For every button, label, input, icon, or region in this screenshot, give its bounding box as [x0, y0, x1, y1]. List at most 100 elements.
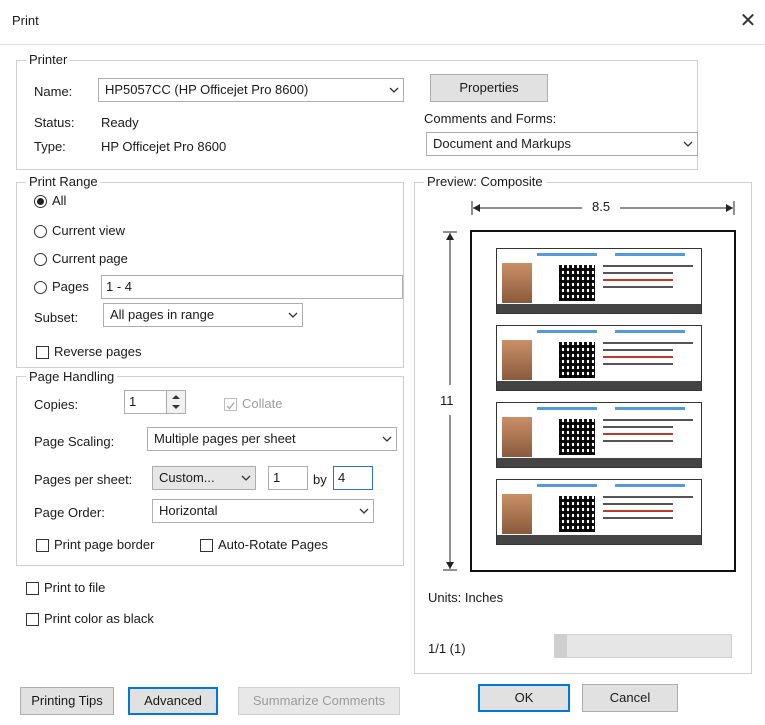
auto-rotate-checkbox[interactable]	[200, 539, 213, 552]
copies-input[interactable]: 1	[124, 390, 168, 414]
page-slider-thumb[interactable]	[555, 635, 567, 657]
page-scaling-select[interactable]: Multiple pages per sheet	[147, 427, 397, 451]
badge-text-line	[603, 356, 673, 358]
badge-photo	[502, 494, 532, 534]
badge-footer-band	[497, 458, 701, 467]
printing-tips-button[interactable]: Printing Tips	[20, 687, 114, 715]
range-pages-label[interactable]: Pages	[52, 279, 89, 294]
badge-photo	[502, 340, 532, 380]
range-all-radio[interactable]	[34, 195, 47, 208]
badge-text-line	[603, 286, 673, 288]
printer-name-select[interactable]: HP5057CC (HP Officejet Pro 8600)	[98, 78, 404, 102]
page-slider[interactable]	[554, 634, 732, 658]
properties-button[interactable]: Properties	[430, 74, 548, 102]
badge-text-line	[603, 496, 693, 498]
preview-badge-card	[496, 402, 702, 468]
print-to-file-checkbox[interactable]	[26, 582, 39, 595]
pages-per-sheet-select[interactable]: Custom...	[152, 466, 256, 490]
printer-name-value: HP5057CC (HP Officejet Pro 8600)	[105, 82, 309, 97]
comments-forms-value: Document and Markups	[433, 136, 572, 151]
spinner-arrows-icon	[172, 395, 180, 409]
badge-header-lines	[615, 484, 685, 487]
range-current-view-label[interactable]: Current view	[52, 223, 125, 238]
close-icon[interactable]: ✕	[734, 8, 762, 34]
subset-value: All pages in range	[110, 307, 215, 322]
units-label: Units: Inches	[428, 590, 504, 605]
badge-header-lines	[537, 407, 597, 410]
chevron-down-icon	[241, 474, 251, 482]
pages-range-input[interactable]: 1 - 4	[101, 275, 403, 299]
print-color-black-label[interactable]: Print color as black	[44, 611, 154, 626]
chevron-down-icon	[288, 311, 298, 319]
ok-button[interactable]: OK	[478, 684, 570, 712]
badge-text-line	[603, 517, 673, 519]
badge-footer-band	[497, 381, 701, 390]
badge-qr-code	[559, 265, 595, 301]
printer-type-label: Type:	[34, 139, 66, 154]
summarize-comments-button: Summarize Comments	[238, 687, 400, 715]
collate-checkbox[interactable]	[224, 398, 237, 411]
comments-forms-select[interactable]: Document and Markups	[426, 132, 698, 156]
auto-rotate-label[interactable]: Auto-Rotate Pages	[218, 537, 328, 552]
reverse-pages-label[interactable]: Reverse pages	[54, 344, 141, 359]
badge-text-line	[603, 510, 673, 512]
title-bar	[0, 0, 765, 45]
page-order-select[interactable]: Horizontal	[152, 499, 374, 523]
width-dimension-label: 8.5	[590, 199, 613, 214]
badge-photo	[502, 263, 532, 303]
cancel-button[interactable]: Cancel	[582, 684, 678, 712]
badge-text-line	[603, 279, 673, 281]
copies-label: Copies:	[34, 397, 79, 412]
subset-select[interactable]: All pages in range	[103, 303, 303, 327]
page-scaling-label: Page Scaling:	[34, 434, 115, 449]
badge-text-line	[603, 419, 693, 421]
printer-status-label: Status:	[34, 115, 75, 130]
page-order-value: Horizontal	[159, 503, 218, 518]
badge-footer-band	[497, 535, 701, 544]
badge-qr-code	[559, 419, 595, 455]
preview-badge-card	[496, 248, 702, 314]
pages-per-sheet-columns-input[interactable]: 1	[268, 466, 308, 490]
badge-text-line	[603, 440, 673, 442]
badge-photo	[502, 417, 532, 457]
badge-header-lines	[537, 330, 597, 333]
collate-label: Collate	[242, 396, 283, 411]
page-order-label: Page Order:	[34, 505, 105, 520]
print-page-border-checkbox[interactable]	[36, 539, 49, 552]
chevron-down-icon	[359, 507, 369, 515]
range-pages-radio[interactable]	[34, 281, 47, 294]
chevron-down-icon	[683, 140, 693, 148]
badge-text-line	[603, 272, 673, 274]
range-current-page-label[interactable]: Current page	[52, 251, 128, 266]
page-scaling-value: Multiple pages per sheet	[154, 431, 296, 446]
print-color-black-checkbox[interactable]	[26, 613, 39, 626]
print-page-border-label[interactable]: Print page border	[54, 537, 154, 552]
chevron-down-icon	[389, 86, 399, 94]
advanced-button[interactable]: Advanced	[128, 687, 218, 715]
range-all-label[interactable]: All	[52, 193, 66, 208]
preview-badge-card	[496, 479, 702, 545]
badge-qr-code	[559, 496, 595, 532]
badge-text-line	[603, 265, 693, 267]
print-to-file-label[interactable]: Print to file	[44, 580, 105, 595]
range-current-view-radio[interactable]	[34, 225, 47, 238]
chevron-down-icon	[382, 435, 392, 443]
copies-spinner[interactable]	[166, 390, 186, 414]
printer-status-value: Ready	[101, 115, 139, 130]
comments-forms-label: Comments and Forms:	[424, 111, 557, 126]
pages-per-sheet-rows-input[interactable]: 4	[333, 466, 373, 490]
reverse-pages-checkbox[interactable]	[36, 346, 49, 359]
badge-header-lines	[615, 407, 685, 410]
print-range-legend: Print Range	[26, 174, 101, 189]
by-label: by	[313, 472, 327, 487]
badge-text-line	[603, 503, 673, 505]
pages-per-sheet-value: Custom...	[159, 470, 215, 485]
printer-legend: Printer	[26, 52, 71, 67]
page-counter: 1/1 (1)	[428, 641, 466, 656]
badge-header-lines	[615, 253, 685, 256]
range-current-page-radio[interactable]	[34, 253, 47, 266]
preview-legend: Preview: Composite	[424, 174, 546, 189]
badge-footer-band	[497, 304, 701, 313]
badge-text-line	[603, 363, 673, 365]
badge-text-line	[603, 433, 673, 435]
